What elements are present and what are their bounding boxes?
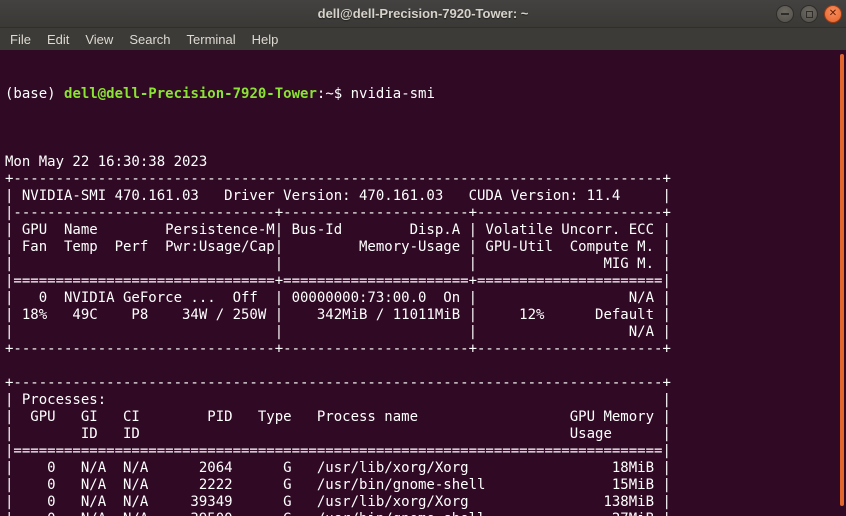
window-controls: ✕ bbox=[776, 0, 842, 28]
menu-bar: File Edit View Search Terminal Help bbox=[0, 28, 846, 50]
menu-help[interactable]: Help bbox=[244, 30, 287, 49]
maximize-icon bbox=[805, 10, 813, 18]
prompt-path: :~$ bbox=[316, 86, 343, 102]
minimize-icon bbox=[781, 13, 789, 15]
typed-command: nvidia-smi bbox=[342, 86, 435, 102]
menu-edit[interactable]: Edit bbox=[39, 30, 77, 49]
terminal-window: dell@dell-Precision-7920-Tower: ~ ✕ File… bbox=[0, 0, 846, 516]
minimize-button[interactable] bbox=[776, 5, 794, 23]
terminal-screen[interactable]: (base) dell@dell-Precision-7920-Tower:~$… bbox=[0, 50, 846, 516]
nvidia-smi-output: Mon May 22 16:30:38 2023 +--------------… bbox=[5, 154, 671, 516]
close-icon: ✕ bbox=[828, 8, 838, 19]
menu-terminal[interactable]: Terminal bbox=[179, 30, 244, 49]
menu-file[interactable]: File bbox=[2, 30, 39, 49]
menu-view[interactable]: View bbox=[77, 30, 121, 49]
prompt-user-host: dell@dell-Precision-7920-Tower bbox=[64, 86, 317, 102]
prompt-line-command: (base) dell@dell-Precision-7920-Tower:~$… bbox=[5, 86, 846, 103]
maximize-button[interactable] bbox=[800, 5, 818, 23]
window-title: dell@dell-Precision-7920-Tower: ~ bbox=[317, 6, 529, 21]
close-button[interactable]: ✕ bbox=[824, 5, 842, 23]
scrollbar[interactable] bbox=[840, 54, 844, 506]
prompt-env: (base) bbox=[5, 86, 65, 102]
titlebar[interactable]: dell@dell-Precision-7920-Tower: ~ ✕ bbox=[0, 0, 846, 28]
menu-search[interactable]: Search bbox=[121, 30, 178, 49]
